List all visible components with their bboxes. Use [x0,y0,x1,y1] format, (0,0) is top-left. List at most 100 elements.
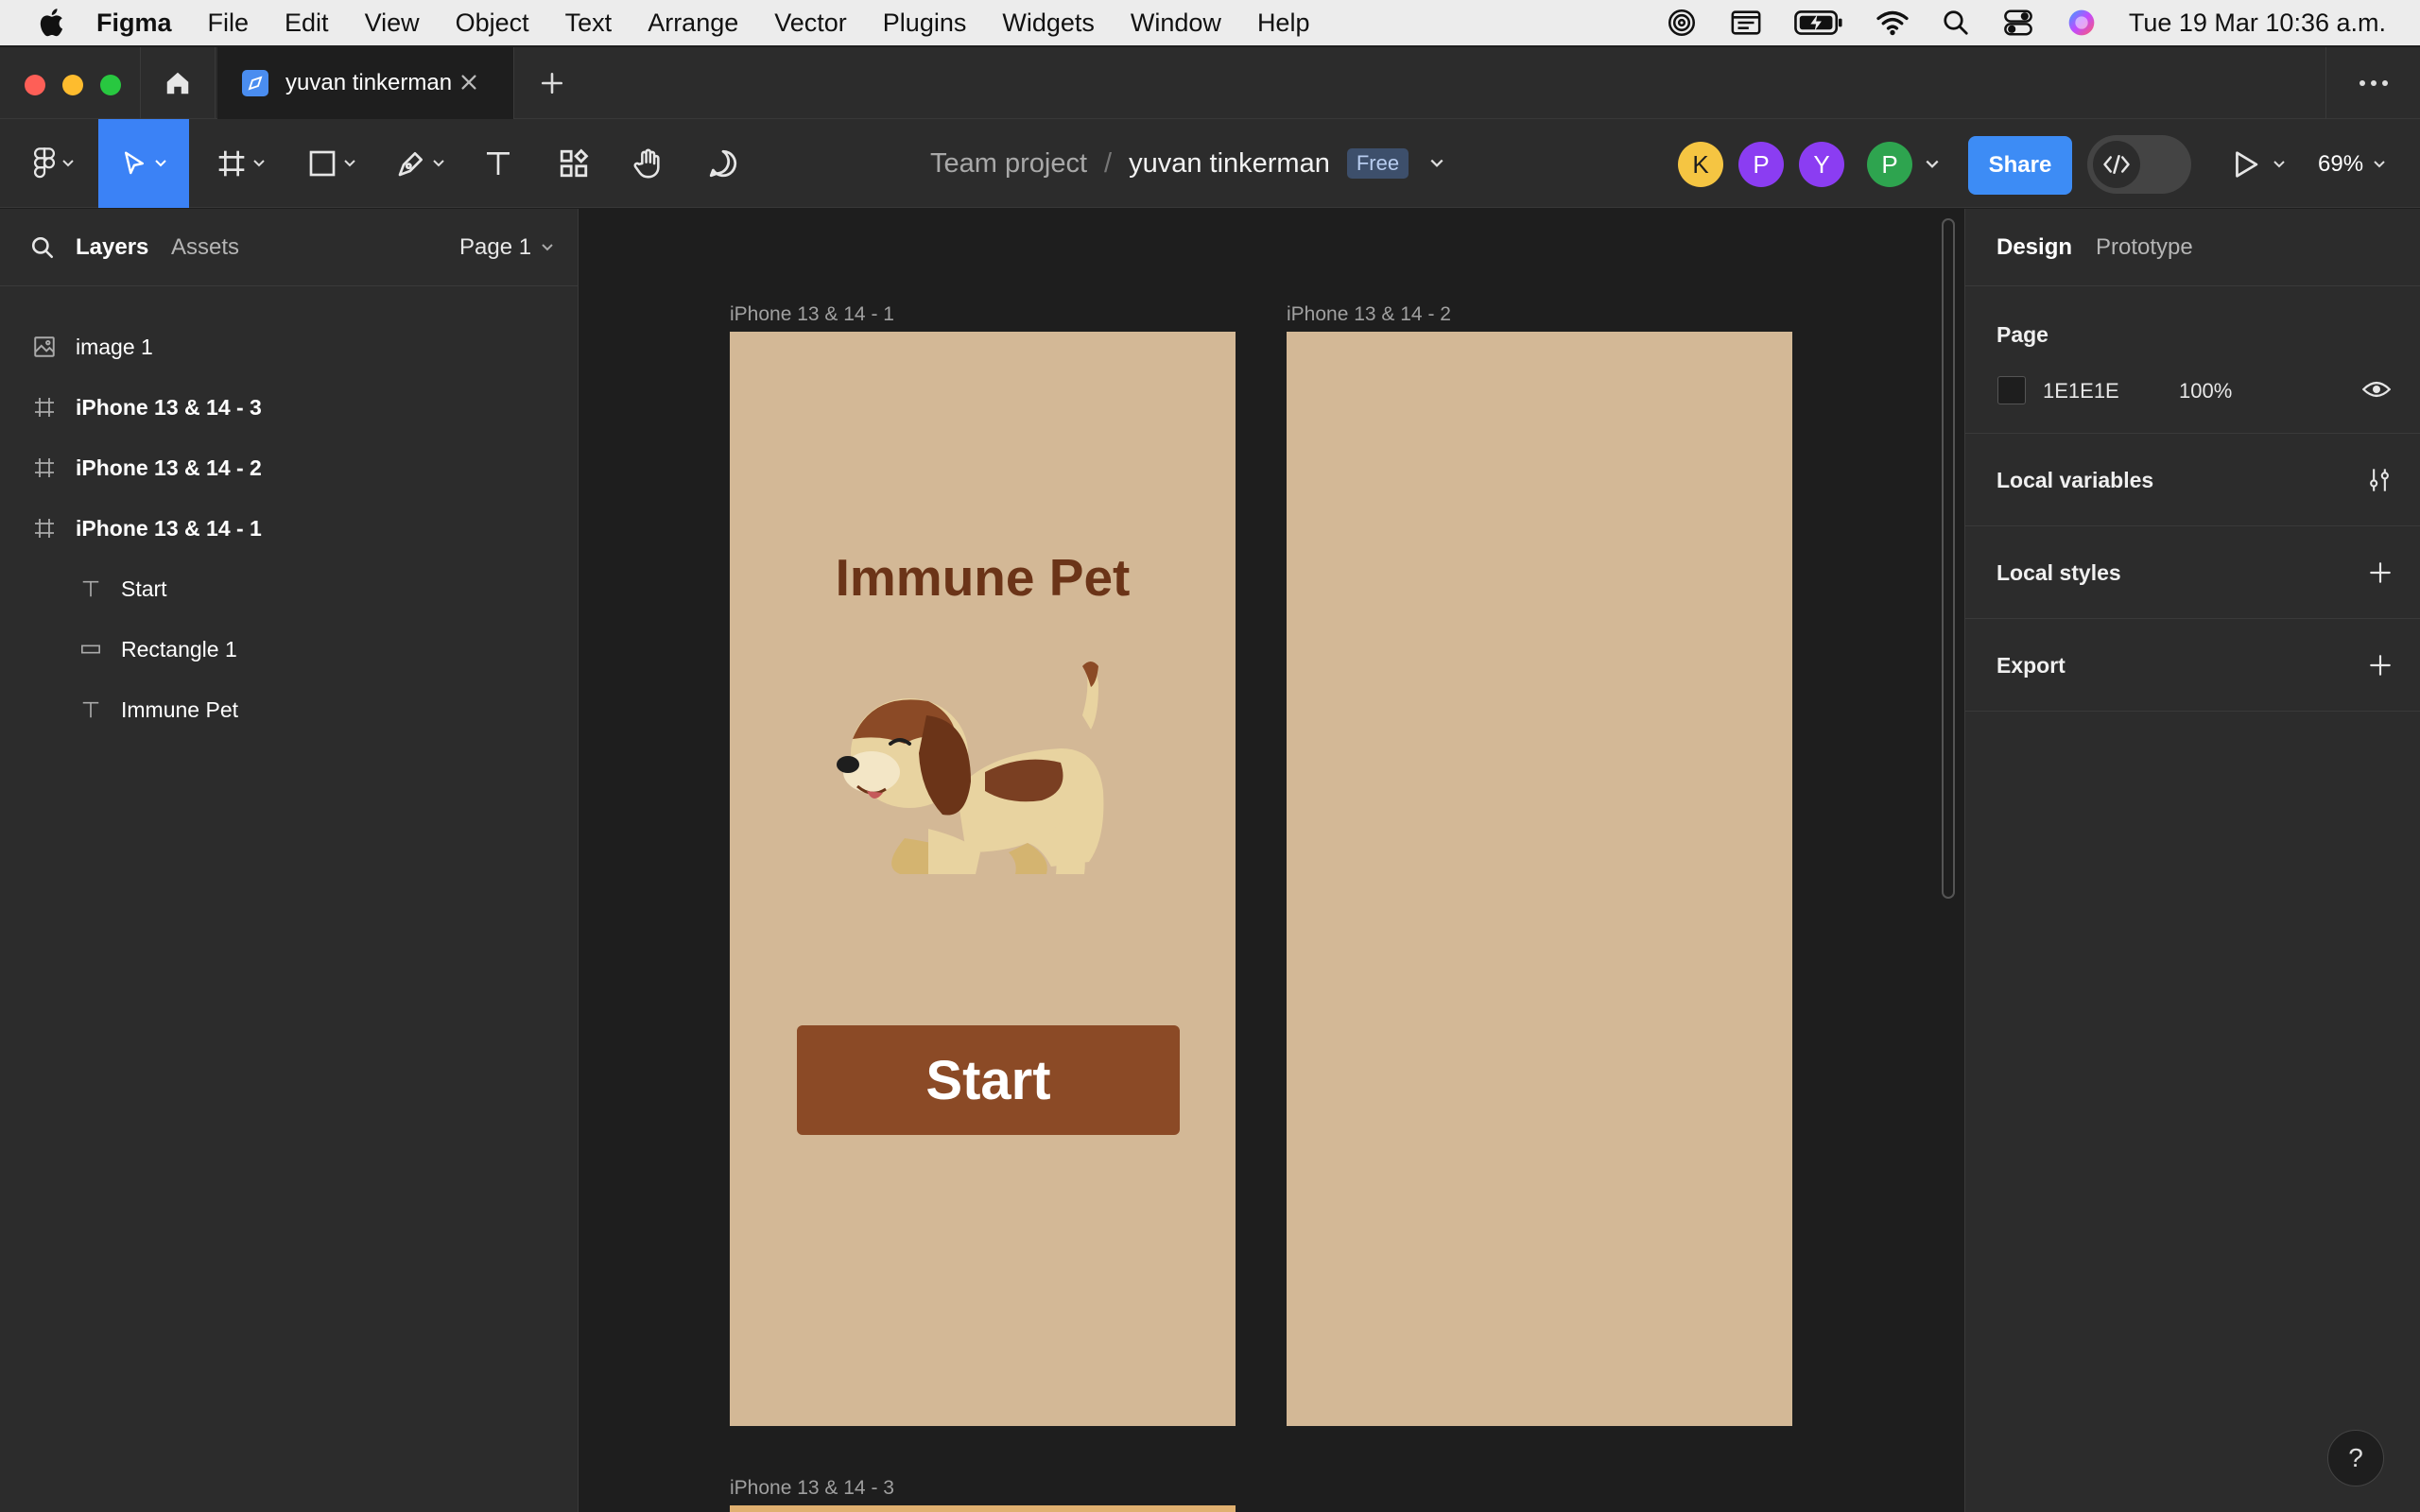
frame-icon [31,515,58,541]
layer-row[interactable]: iPhone 13 & 14 - 3 [0,377,578,438]
tab-layers[interactable]: Layers [76,234,148,261]
frame-iphone-3[interactable] [730,1505,1236,1512]
menu-plugins[interactable]: Plugins [883,9,967,38]
share-button[interactable]: Share [1968,136,2072,195]
window-close-button[interactable] [25,75,45,95]
layer-row[interactable]: iPhone 13 & 14 - 1 [0,498,578,558]
move-tool[interactable] [98,119,189,208]
page-opacity[interactable]: 100% [2179,379,2232,404]
menu-help[interactable]: Help [1257,9,1310,38]
dog-illustration[interactable] [815,649,1136,885]
frame-label[interactable]: iPhone 13 & 14 - 3 [730,1477,894,1500]
hand-tool[interactable] [628,119,667,208]
menu-edit[interactable]: Edit [285,9,329,38]
battery-charging-icon[interactable] [1794,9,1843,37]
menu-text[interactable]: Text [565,9,613,38]
eye-icon[interactable] [2362,379,2391,400]
wifi-icon[interactable] [1876,9,1910,37]
layer-row[interactable]: Immune Pet [0,679,578,740]
control-center-icon[interactable] [2002,9,2034,37]
screen-icon[interactable] [1730,7,1762,39]
plus-icon[interactable] [2368,653,2393,678]
tab-design[interactable]: Design [1996,234,2072,261]
help-button[interactable]: ? [2327,1430,2384,1486]
menubar-clock[interactable]: Tue 19 Mar 10:36 a.m. [2129,9,2386,38]
properties-panel: Design Prototype Page 1E1E1E 100% Local … [1964,209,2420,1512]
page-selector[interactable]: Page 1 [459,234,554,261]
menu-object[interactable]: Object [456,9,529,38]
close-tab-icon[interactable] [458,72,479,93]
layer-name: Rectangle 1 [121,636,237,662]
file-name[interactable]: yuvan tinkerman [1129,148,1330,180]
variables-settings-icon[interactable] [2366,466,2393,494]
frame-iphone-1[interactable]: Immune Pet Start [730,332,1236,1426]
frame-tool[interactable] [208,119,274,208]
window-maximize-button[interactable] [100,75,121,95]
avatar[interactable]: P [1867,142,1912,187]
resources-tool[interactable] [554,119,594,208]
layer-row[interactable]: image 1 [0,317,578,377]
page-color-swatch[interactable] [1997,376,2026,404]
comment-tool[interactable] [703,119,743,208]
avatar[interactable]: K [1678,142,1723,187]
rectangle-icon [309,150,336,177]
spotlight-icon[interactable] [1942,9,1970,37]
chevron-down-icon [433,160,444,167]
avatar[interactable]: Y [1799,142,1844,187]
search-icon[interactable] [30,235,55,260]
chevron-down-icon [155,160,166,167]
local-styles-section[interactable]: Local styles [1965,526,2420,619]
new-tab-button[interactable] [535,66,569,100]
text-icon [78,576,104,602]
menu-figma[interactable]: Figma [96,9,172,38]
layer-row[interactable]: Start [0,558,578,619]
layer-row[interactable]: Rectangle 1 [0,619,578,679]
chevron-down-icon[interactable] [1429,158,1444,169]
shape-tool[interactable] [299,119,365,208]
dev-mode-toggle[interactable] [2087,135,2191,194]
tab-assets[interactable]: Assets [171,234,239,261]
plan-badge[interactable]: Free [1346,148,1409,179]
export-section[interactable]: Export [1965,619,2420,712]
frame-label[interactable]: iPhone 13 & 14 - 1 [730,303,894,326]
more-options-button[interactable] [2325,47,2420,119]
plus-icon[interactable] [2368,560,2393,585]
text-tool[interactable] [478,119,518,208]
tab-prototype[interactable]: Prototype [2096,234,2193,261]
menu-bar: Figma File Edit View Object Text Arrange… [0,0,2420,45]
menu-vector[interactable]: Vector [774,9,847,38]
frame-iphone-2[interactable] [1287,332,1792,1426]
hand-icon [633,148,660,179]
main-menu-button[interactable] [21,119,87,208]
pen-tool[interactable] [388,119,454,208]
avatar[interactable]: P [1738,142,1784,187]
present-button[interactable] [2233,142,2286,187]
avatar-initial: Y [1813,149,1830,179]
frame-title-text[interactable]: Immune Pet [730,547,1236,608]
layer-name: iPhone 13 & 14 - 2 [76,455,262,480]
menu-window[interactable]: Window [1131,9,1221,38]
canvas[interactable]: iPhone 13 & 14 - 1 Immune Pet Start iPho… [579,209,1964,1512]
siri-icon[interactable] [2066,8,2097,38]
menu-widgets[interactable]: Widgets [1002,9,1095,38]
right-panel-tabs: Design Prototype [1965,209,2420,286]
local-variables-section[interactable]: Local variables [1965,434,2420,526]
window-minimize-button[interactable] [62,75,83,95]
start-button[interactable]: Start [797,1025,1180,1135]
menu-file[interactable]: File [208,9,250,38]
frame-label[interactable]: iPhone 13 & 14 - 2 [1287,303,1451,326]
frame-icon [31,394,58,421]
layer-row[interactable]: iPhone 13 & 14 - 2 [0,438,578,498]
chevron-down-icon[interactable] [1925,159,1940,170]
canvas-scrollbar[interactable] [1942,218,1955,899]
home-button[interactable] [140,47,216,119]
menu-arrange[interactable]: Arrange [648,9,738,38]
left-panel-tabs: Layers Assets Page 1 [0,209,578,286]
apple-icon[interactable] [36,6,70,40]
menu-view[interactable]: View [365,9,420,38]
zoom-menu-button[interactable]: 69% [2318,142,2386,187]
team-project-link[interactable]: Team project [930,148,1087,180]
file-tab[interactable]: yuvan tinkerman [217,47,514,119]
airdrop-icon[interactable] [1666,7,1698,39]
page-color-hex[interactable]: 1E1E1E [2043,379,2119,404]
